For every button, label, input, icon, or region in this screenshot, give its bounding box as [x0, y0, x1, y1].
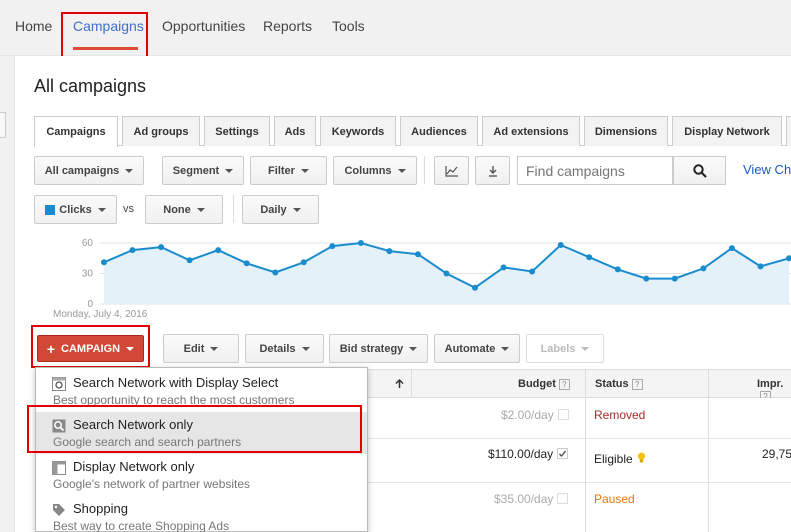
chart-data-point: [357, 240, 364, 246]
bid-strategy-dropdown[interactable]: Bid strategy: [329, 334, 428, 363]
add-campaign-label: CAMPAIGN: [61, 342, 121, 355]
status-value: Eligible: [594, 452, 633, 466]
table-row[interactable]: $110.00/day Eligible 29,75: [367, 439, 791, 483]
chart-data-point: [757, 263, 764, 270]
chevron-down-icon: [210, 346, 219, 351]
chart-data-point: [728, 245, 735, 252]
automate-dropdown[interactable]: Automate: [434, 334, 520, 363]
status-cell: Paused: [594, 492, 635, 506]
checkmark-icon: [559, 450, 567, 457]
chart-data-point: [443, 270, 450, 277]
budget-value: $110.00/day: [488, 447, 554, 461]
chart-y-tick-label: 30: [82, 269, 94, 280]
edit-dropdown[interactable]: Edit: [163, 334, 239, 363]
chevron-down-icon: [126, 346, 135, 351]
budget-cell: $35.00/day: [494, 492, 569, 506]
campaign-type-menu: Search Network with Display Select Best …: [35, 367, 368, 532]
plus-icon: +: [46, 340, 56, 357]
chart-data-point: [101, 259, 107, 266]
budget-value: $2.00/day: [501, 408, 554, 422]
impressions-cell: 29,75: [762, 447, 791, 461]
add-campaign-button[interactable]: + CAMPAIGN: [37, 335, 144, 362]
labels-dropdown[interactable]: Labels: [526, 334, 604, 363]
menu-item-title: Display Network only: [73, 459, 195, 474]
details-label: Details: [259, 342, 296, 355]
chevron-down-icon: [409, 346, 418, 351]
chart-data-point: [671, 275, 678, 282]
chart-data-point: [586, 254, 593, 261]
budget-header-label: Budget: [518, 378, 556, 390]
chart-data-point: [215, 247, 222, 254]
search-display-icon: [52, 377, 66, 391]
column-header-budget[interactable]: Budget?: [518, 378, 570, 390]
labels-label: Labels: [540, 342, 576, 355]
menu-item-shopping[interactable]: Shopping Best way to create Shopping Ads: [36, 496, 367, 532]
chevron-down-icon: [301, 346, 310, 351]
budget-cell: $110.00/day: [488, 447, 569, 461]
column-divider: [708, 370, 709, 398]
search-network-icon: [52, 419, 66, 433]
chart-data-point: [158, 244, 165, 251]
details-dropdown[interactable]: Details: [245, 334, 324, 363]
chart-data-point: [243, 260, 250, 267]
shopping-tag-icon: [53, 504, 65, 516]
budget-cell: $2.00/day: [501, 408, 569, 422]
column-divider: [585, 398, 586, 532]
status-header-label: Status: [595, 378, 629, 390]
budget-edit-checkbox[interactable]: [557, 448, 569, 459]
sort-arrow-up-icon[interactable]: [395, 379, 404, 389]
chart-data-point: [415, 251, 421, 258]
menu-item-title: Search Network with Display Select: [73, 375, 279, 390]
chart-data-point: [500, 264, 507, 271]
chart-data-point: [557, 242, 564, 248]
chart-data-point: [386, 248, 393, 255]
performance-chart: 60300: [82, 238, 791, 310]
chart-start-date: Monday, July 4, 2016: [53, 309, 148, 320]
help-icon[interactable]: ?: [631, 379, 643, 390]
chart-data-point: [272, 269, 279, 276]
lightbulb-icon[interactable]: [637, 452, 646, 464]
bid-strategy-label: Bid strategy: [339, 342, 404, 355]
menu-item-subtitle: Best way to create Shopping Ads: [53, 519, 230, 532]
chart-y-tick-label: 60: [82, 238, 94, 249]
chart-data-point: [700, 265, 707, 272]
chart-data-point: [300, 259, 307, 266]
menu-item-subtitle: Google search and search partners: [53, 435, 242, 449]
display-network-icon: [52, 461, 66, 475]
table-row[interactable]: $2.00/day Removed: [367, 398, 791, 439]
chart-data-point: [643, 275, 650, 282]
chart-data-point: [129, 247, 136, 254]
budget-edit-checkbox[interactable]: [557, 493, 569, 504]
chart-data-point: [614, 266, 621, 273]
menu-item-subtitle: Google's network of partner websites: [53, 477, 251, 491]
status-cell: Removed: [594, 408, 646, 422]
menu-item-title: Shopping: [73, 501, 128, 516]
automate-label: Automate: [444, 342, 496, 355]
status-cell: Eligible: [594, 452, 646, 466]
menu-item-search-display-select[interactable]: Search Network with Display Select Best …: [36, 370, 367, 412]
column-header-status[interactable]: Status?: [595, 378, 643, 390]
column-divider: [708, 398, 709, 532]
budget-value: $35.00/day: [494, 492, 554, 506]
menu-item-search-network-only[interactable]: Search Network only Google search and se…: [36, 412, 367, 454]
chart-data-point: [186, 257, 193, 264]
menu-item-display-network-only[interactable]: Display Network only Google's network of…: [36, 454, 367, 496]
column-divider: [411, 370, 412, 398]
menu-item-title: Search Network only: [73, 417, 193, 432]
chevron-down-icon: [581, 346, 590, 351]
column-divider: [585, 370, 586, 398]
impressions-header-label: Impr.: [757, 378, 784, 390]
chart-data-point: [529, 268, 536, 275]
help-icon[interactable]: ?: [558, 379, 570, 390]
table-row[interactable]: $35.00/day Paused: [367, 483, 791, 532]
chart-data-point: [329, 243, 336, 250]
menu-item-subtitle: Best opportunity to reach the most custo…: [53, 393, 295, 407]
chart-data-point: [472, 284, 478, 291]
edit-label: Edit: [183, 342, 205, 355]
budget-edit-checkbox[interactable]: [557, 409, 569, 420]
chevron-down-icon: [501, 346, 510, 351]
table-header: Budget? Status? Impr.?: [367, 369, 791, 402]
